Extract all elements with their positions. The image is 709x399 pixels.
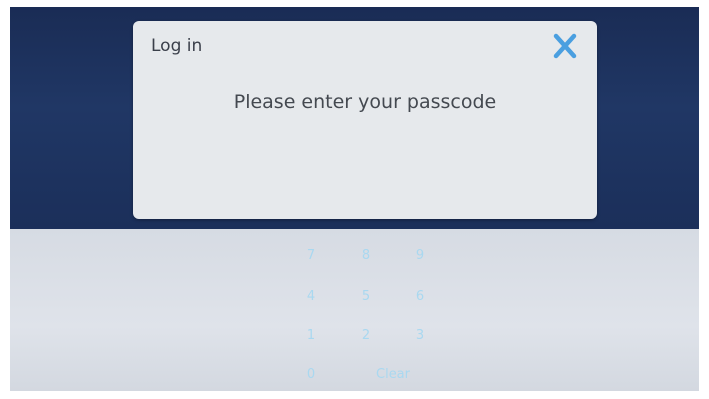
passcode-prompt: Please enter your passcode [233,91,497,113]
login-dialog: Log in Please enter your passcode [133,21,597,219]
key-1[interactable]: 1 [291,325,331,347]
key-9[interactable]: 9 [400,245,440,267]
passcode-field[interactable] [173,139,561,181]
key-7[interactable]: 7 [291,245,331,267]
key-2[interactable]: 2 [346,325,386,347]
close-icon [553,33,577,59]
numeric-keypad: 7 8 9 4 5 6 1 2 3 0 Clear [10,229,699,391]
key-5[interactable]: 5 [346,286,386,308]
dialog-title: Log in [151,36,203,56]
clear-button[interactable]: Clear [363,364,423,386]
key-6[interactable]: 6 [400,286,440,308]
key-4[interactable]: 4 [291,286,331,308]
key-3[interactable]: 3 [400,325,440,347]
close-button[interactable] [545,29,585,65]
app-screen: 7 8 9 4 5 6 1 2 3 0 Clear Log in Please … [10,7,699,391]
keypad-area: 7 8 9 4 5 6 1 2 3 0 Clear [10,229,699,391]
key-0[interactable]: 0 [291,364,331,386]
key-8[interactable]: 8 [346,245,386,267]
